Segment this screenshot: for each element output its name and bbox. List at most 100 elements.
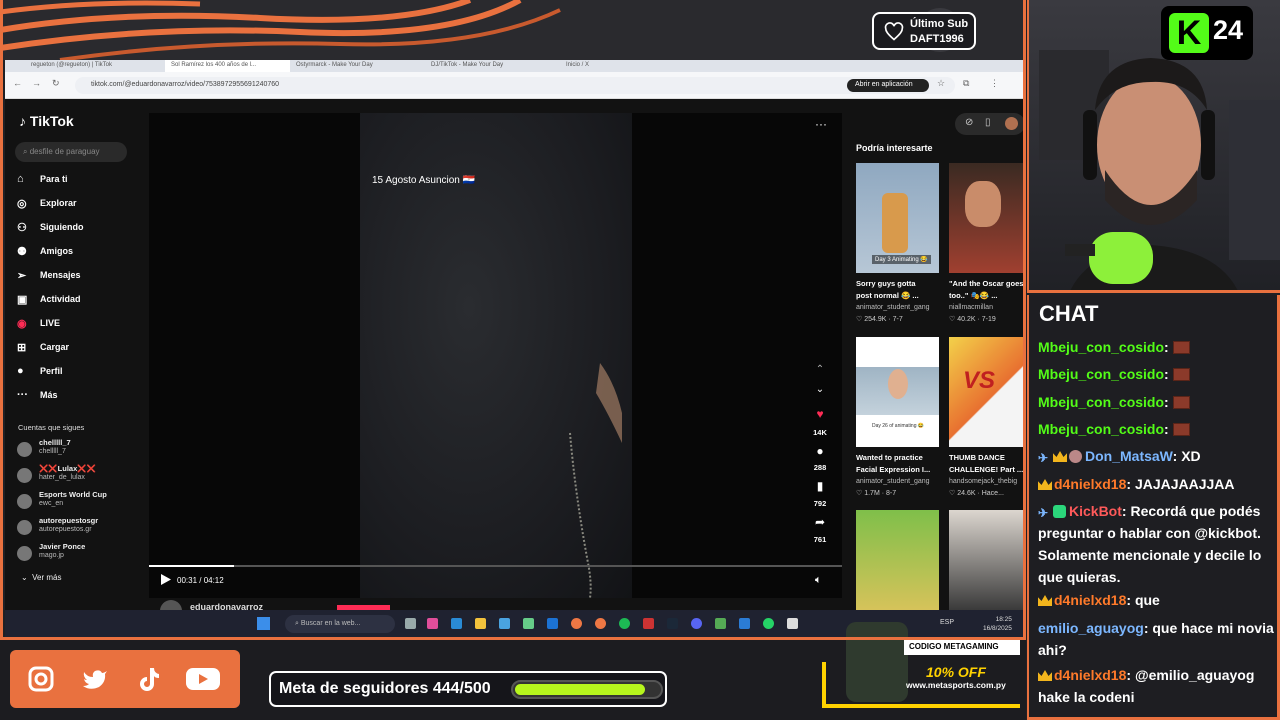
url-field[interactable]: tiktok.com/@eduardonavarroz/video/753897… bbox=[75, 77, 955, 94]
calculator-icon[interactable] bbox=[499, 618, 510, 629]
edge-icon[interactable] bbox=[451, 618, 462, 629]
extensions-icon[interactable]: ⧉ bbox=[963, 78, 969, 89]
followed-account[interactable]: ❌❌Lulax❌❌ hater_de_lulax bbox=[17, 464, 142, 490]
kick-badge: K 24 bbox=[1161, 6, 1253, 60]
chat-message: d4nielxd18: JAJAJAAJJAA bbox=[1038, 473, 1274, 495]
chat-username: Don_MatsaW bbox=[1085, 448, 1173, 464]
follower-goal-text: Meta de seguidores 444/500 bbox=[279, 680, 491, 697]
nav-label: Más bbox=[40, 390, 58, 400]
brick-emote-icon bbox=[1172, 396, 1190, 409]
windows-start-icon[interactable] bbox=[257, 617, 270, 630]
tiktok-logo-text: TikTok bbox=[29, 113, 74, 129]
whatsapp-icon[interactable] bbox=[763, 618, 774, 629]
like-heart-icon[interactable]: ♥ bbox=[813, 407, 827, 421]
suggestion-title: "And the Oscar goes bbox=[949, 279, 1024, 288]
prev-video-icon[interactable]: ⌃ bbox=[813, 364, 827, 375]
chrome-icon[interactable] bbox=[571, 618, 582, 629]
volume-icon[interactable]: 🔈︎ bbox=[815, 574, 822, 587]
forward-icon[interactable]: → bbox=[32, 78, 41, 88]
browser-tab-active[interactable]: Sol Ramírez los 400 años de l... bbox=[165, 60, 290, 72]
account-name: Javier Ponce bbox=[39, 542, 86, 551]
chat-username: d4nielxd18 bbox=[1054, 667, 1127, 683]
task-view-icon[interactable] bbox=[405, 618, 416, 629]
suggestion-user: animator_student_gang bbox=[856, 304, 930, 311]
discord-icon[interactable] bbox=[691, 618, 702, 629]
followed-account[interactable]: chelllll_7 chelllll_7 bbox=[17, 438, 142, 464]
more-options-icon[interactable]: ··· bbox=[815, 117, 827, 131]
suggestion-user: handsomejack_thebig bbox=[949, 478, 1018, 485]
followed-account[interactable]: autorepuestosgr autorepuestos.gr bbox=[17, 516, 142, 542]
tiktok-logo[interactable]: ♪ TikTok bbox=[19, 113, 74, 129]
file-explorer-icon[interactable] bbox=[475, 618, 486, 629]
spotify-icon[interactable] bbox=[619, 618, 630, 629]
share-count: 761 bbox=[813, 535, 827, 544]
video-author[interactable]: eduardonavarroz bbox=[190, 602, 263, 610]
webcam-feed: K 24 bbox=[1027, 0, 1280, 293]
chat-message: Mbeju_con_cosido: bbox=[1038, 418, 1274, 440]
promo-url: www.metasports.com.py bbox=[906, 680, 1006, 690]
followed-account[interactable]: Javier Ponce mago.jp bbox=[17, 542, 142, 568]
verified-badge-icon bbox=[1053, 505, 1066, 518]
menu-icon[interactable]: ⋮ bbox=[990, 78, 999, 89]
browser-tab[interactable]: DJ/TikTok - Make Your Day bbox=[425, 60, 555, 72]
browser-tab[interactable]: Ostyrmarck - Make Your Day bbox=[290, 60, 420, 72]
suggestion-title: CHALLENGE! Part ... bbox=[949, 465, 1024, 474]
play-icon[interactable] bbox=[161, 574, 171, 585]
avatar[interactable] bbox=[1005, 117, 1018, 130]
crown-badge-icon bbox=[1038, 670, 1052, 681]
nav-label: Mensajes bbox=[40, 270, 81, 280]
chat-message: Mbeju_con_cosido: bbox=[1038, 336, 1274, 358]
phone-icon[interactable]: ▯ bbox=[985, 117, 991, 128]
nav-label: Siguiendo bbox=[40, 222, 84, 232]
avatar[interactable] bbox=[160, 600, 182, 610]
compass-icon[interactable]: ⊘ bbox=[965, 117, 973, 128]
chat-panel: CHAT Mbeju_con_cosido: Mbeju_con_cosido:… bbox=[1027, 295, 1280, 720]
copilot-icon[interactable] bbox=[427, 618, 438, 629]
chat-username: KickBot bbox=[1069, 503, 1122, 519]
next-video-icon[interactable]: ⌄ bbox=[813, 384, 827, 395]
taskbar-clock[interactable]: 18:25 16/8/2025 bbox=[983, 615, 1012, 633]
chat-username: emilio_aguayog bbox=[1038, 620, 1144, 636]
avatar bbox=[17, 442, 32, 457]
back-icon[interactable]: ← bbox=[13, 78, 22, 88]
share-icon[interactable]: ➦ bbox=[813, 515, 827, 529]
comment-icon[interactable]: ● bbox=[813, 444, 827, 458]
app-icon[interactable] bbox=[787, 618, 798, 629]
last-sub-name: DAFT1996 bbox=[910, 33, 964, 45]
tiktok-search-input[interactable]: ⌕ desfile de paraguay bbox=[15, 142, 127, 162]
account-handle: autorepuestos.gr bbox=[39, 526, 92, 533]
browser-tab[interactable]: regueton (@regueton) | TikTok bbox=[25, 60, 165, 72]
account-name: Esports World Cup bbox=[39, 490, 107, 499]
chat-username: d4nielxd18 bbox=[1054, 476, 1127, 492]
taskbar-search[interactable]: ⌕ Buscar en la web... bbox=[285, 615, 395, 633]
suggestion-title: post normal 😂 ... bbox=[856, 291, 919, 300]
social-links-box bbox=[10, 650, 240, 708]
vscode-icon[interactable] bbox=[739, 618, 750, 629]
store-icon[interactable] bbox=[523, 618, 534, 629]
video-player[interactable]: 15 Agosto Asuncion 🇵🇾 ··· 00:31 / 04:12 … bbox=[149, 113, 842, 599]
browser-tab[interactable]: Inicio / X bbox=[560, 60, 670, 72]
promo-code: CODIGO METAGAMING bbox=[904, 639, 1020, 655]
open-app-button[interactable]: Abrir en aplicación bbox=[847, 79, 929, 92]
chrome-icon[interactable] bbox=[595, 618, 606, 629]
app-icon[interactable] bbox=[715, 618, 726, 629]
followed-account[interactable]: Esports World Cup ewc_en bbox=[17, 490, 142, 516]
video-progress-bar[interactable] bbox=[149, 565, 842, 567]
top-icons-group: ⊘ ▯ bbox=[955, 113, 1025, 135]
plus-square-icon: ⊞ bbox=[17, 342, 27, 354]
steam-icon[interactable] bbox=[667, 618, 678, 629]
account-handle: mago.jp bbox=[39, 552, 64, 559]
reload-icon[interactable]: ↻ bbox=[52, 78, 60, 89]
suggestion-stats: ♡ 24.6K · Hace... bbox=[949, 490, 1004, 497]
see-more-link[interactable]: ⌄ Ver más bbox=[21, 573, 62, 582]
star-icon[interactable]: ☆ bbox=[937, 78, 945, 89]
avatar bbox=[17, 546, 32, 561]
bookmark-icon[interactable]: ▮ bbox=[813, 479, 827, 493]
language-indicator[interactable]: ESP bbox=[940, 619, 954, 626]
crown-badge-icon bbox=[1053, 451, 1067, 462]
outlook-icon[interactable] bbox=[547, 618, 558, 629]
clock-date: 16/8/2025 bbox=[983, 625, 1012, 632]
address-bar-row: ← → ↻ tiktok.com/@eduardonavarroz/video/… bbox=[5, 72, 1025, 99]
inbox-icon: ▣ bbox=[17, 294, 28, 306]
app-icon[interactable] bbox=[643, 618, 654, 629]
